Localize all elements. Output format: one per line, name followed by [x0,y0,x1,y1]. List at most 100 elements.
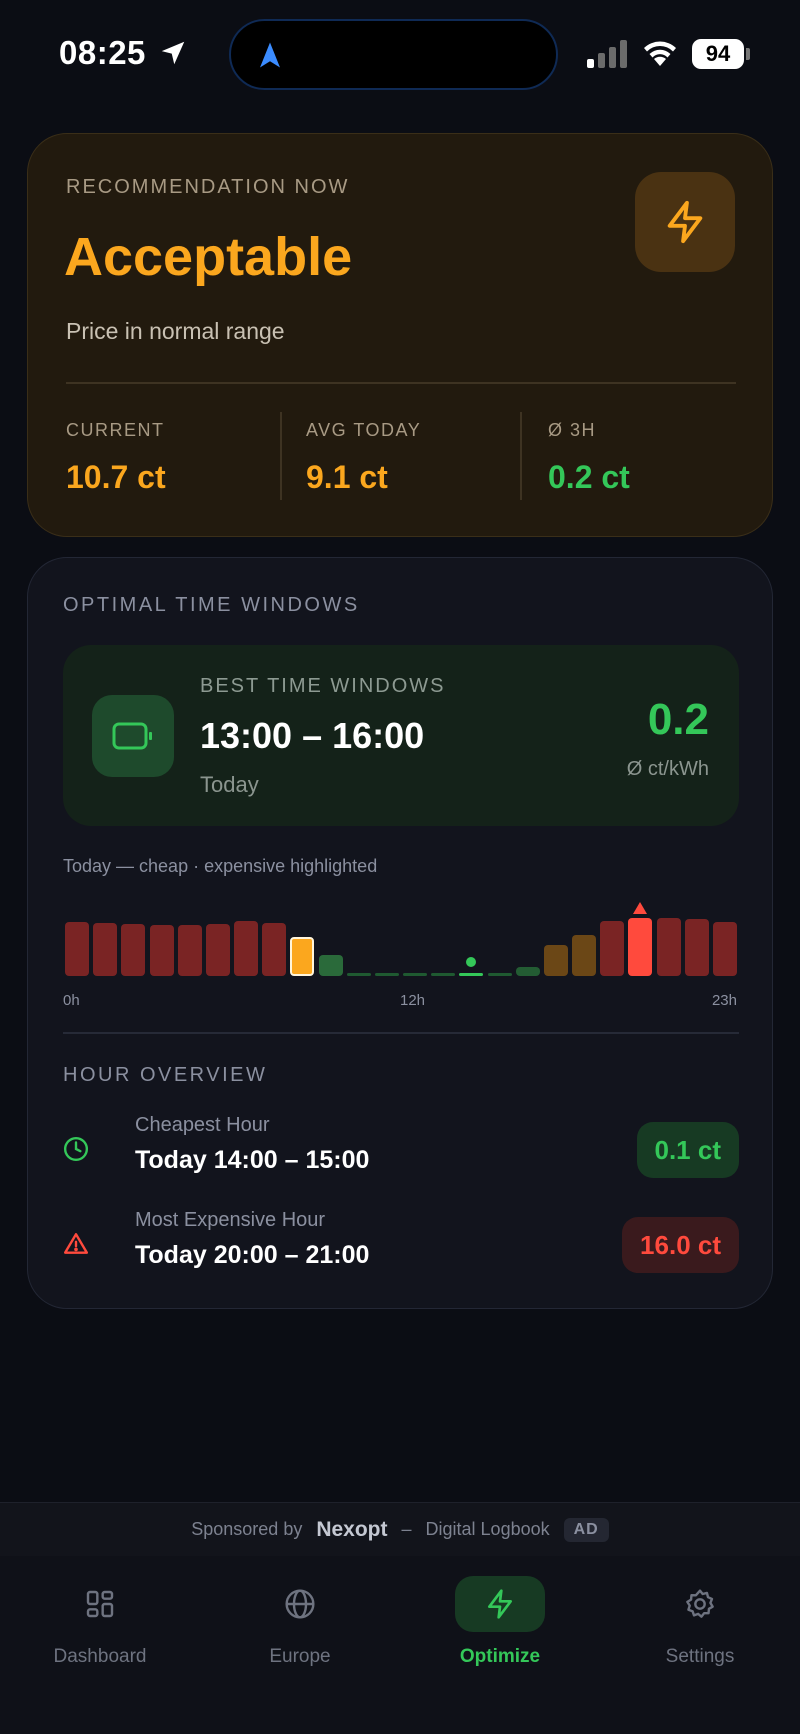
recommendation-subtitle: Price in normal range [66,318,285,344]
sponsor-banner[interactable]: Sponsored by Nexopt – Digital Logbook AD [0,1502,800,1556]
tab-dashboard-label: Dashboard [53,1646,147,1667]
best-window-box[interactable]: BEST TIME WINDOWS 13:00 – 16:00 Today 0.… [63,645,739,826]
status-time: 08:25 [59,34,146,71]
recommendation-title: Acceptable [64,227,353,287]
stat-3h-value: 0.2 ct [548,459,630,495]
optimal-windows-label: OPTIMAL TIME WINDOWS [63,594,360,616]
tab-optimize[interactable]: Optimize [400,1572,600,1682]
chart-bar [65,922,90,976]
tab-bar: Dashboard Europe Optimize Settings [0,1556,800,1734]
chart-bar [572,935,597,976]
sponsor-product: Digital Logbook [425,1519,550,1539]
cheapest-hour-price: 0.1 ct [636,1122,739,1178]
stat-avg-today: AVG TODAY 9.1 ct [306,416,421,506]
divider [63,1032,739,1034]
best-window-value: 0.2 [647,695,709,744]
recommendation-card: RECOMMENDATION NOW Acceptable Price in n… [27,133,773,537]
chart-bar [374,973,399,976]
chart-bar [177,925,202,976]
chart-bar [234,921,259,976]
expensive-hour-price: 16.0 ct [622,1217,739,1273]
chart-bar [515,967,540,976]
chart-bar [346,973,371,976]
chart-bar [318,954,343,976]
axis-label-end: 23h [711,992,737,1009]
recommendation-icon-box [635,172,735,272]
best-window-label: BEST TIME WINDOWS [200,675,446,697]
dynamic-island [229,19,558,90]
price-bar-chart [63,888,739,988]
tab-icon-wrap [255,1576,345,1632]
sponsor-brand: Nexopt [316,1517,388,1541]
navigation-icon [260,42,280,68]
lightning-icon [667,200,703,244]
chart-bar [403,973,428,976]
cheapest-marker [466,957,477,967]
cheapest-hour-time: Today 14:00 – 15:00 [135,1146,370,1174]
battery-icon [112,722,152,750]
tab-icon-wrap [455,1576,545,1632]
chart-bar [459,973,484,976]
expensive-hour-title: Most Expensive Hour [135,1209,326,1231]
cellular-signal-icon [587,40,627,68]
clock-icon [63,1136,89,1162]
cheapest-hour-title: Cheapest Hour [135,1114,270,1136]
sponsor-prefix: Sponsored by [191,1519,303,1539]
tab-settings-label: Settings [665,1646,735,1667]
battery-icon-box [92,695,174,777]
recommendation-label: RECOMMENDATION NOW [66,176,350,198]
chart-bar [431,973,456,976]
stat-avg-3h: Ø 3H 0.2 ct [548,416,630,506]
location-arrow-icon [161,41,185,65]
chart-bar [656,917,681,976]
stat-avg-label: AVG TODAY [306,420,422,440]
expensive-hour-row[interactable]: Most Expensive Hour Today 20:00 – 21:00 … [63,1209,739,1279]
chart-bar [684,919,709,976]
chart-bar [290,937,315,976]
chart-caption: Today — cheap · expensive highlighted [63,856,378,876]
sponsor-dash: – [401,1519,412,1539]
chart-bar [93,922,118,976]
chart-bar [487,973,512,976]
hour-overview-label: HOUR OVERVIEW [63,1064,268,1086]
status-bar: 08:25 94 [0,0,800,110]
stat-avg-value: 9.1 ct [306,459,388,495]
battery-tip [746,48,750,60]
chart-bar [149,925,174,976]
grid-icon [86,1590,114,1618]
gear-icon [686,1589,714,1618]
axis-label-mid: 12h [400,992,426,1009]
wifi-icon [644,41,676,66]
chart-bar [543,945,568,976]
expensive-hour-time: Today 20:00 – 21:00 [135,1241,370,1269]
stat-separator [520,412,522,500]
chart-bar [628,917,653,976]
tab-dashboard[interactable]: Dashboard [0,1572,200,1682]
ad-badge: AD [563,1517,609,1542]
best-window-day: Today [200,772,259,797]
battery-indicator: 94 [692,39,744,69]
stat-current-label: CURRENT [66,420,165,440]
chart-bar [205,924,230,976]
stat-current: CURRENT 10.7 ct [66,416,166,506]
chart-bar [712,922,737,976]
tab-settings[interactable]: Settings [600,1572,800,1682]
lightning-icon [488,1589,512,1619]
tab-icon-wrap [55,1576,145,1632]
tab-optimize-label: Optimize [459,1646,541,1667]
stat-3h-label: Ø 3H [548,420,597,440]
expensive-marker [633,901,648,914]
divider [66,382,736,384]
tab-europe[interactable]: Europe [200,1572,400,1682]
warning-icon [63,1233,89,1254]
stat-separator [280,412,282,500]
best-window-time: 13:00 – 16:00 [200,715,425,756]
stat-current-value: 10.7 ct [66,459,166,495]
chart-bar [262,922,287,976]
tab-europe-label: Europe [269,1646,331,1667]
best-window-unit: Ø ct/kWh [626,758,709,780]
chart-bar [121,924,146,976]
optimal-windows-card: OPTIMAL TIME WINDOWS BEST TIME WINDOWS 1… [27,557,773,1309]
tab-icon-wrap [655,1576,745,1632]
cheapest-hour-row[interactable]: Cheapest Hour Today 14:00 – 15:00 0.1 ct [63,1114,739,1184]
